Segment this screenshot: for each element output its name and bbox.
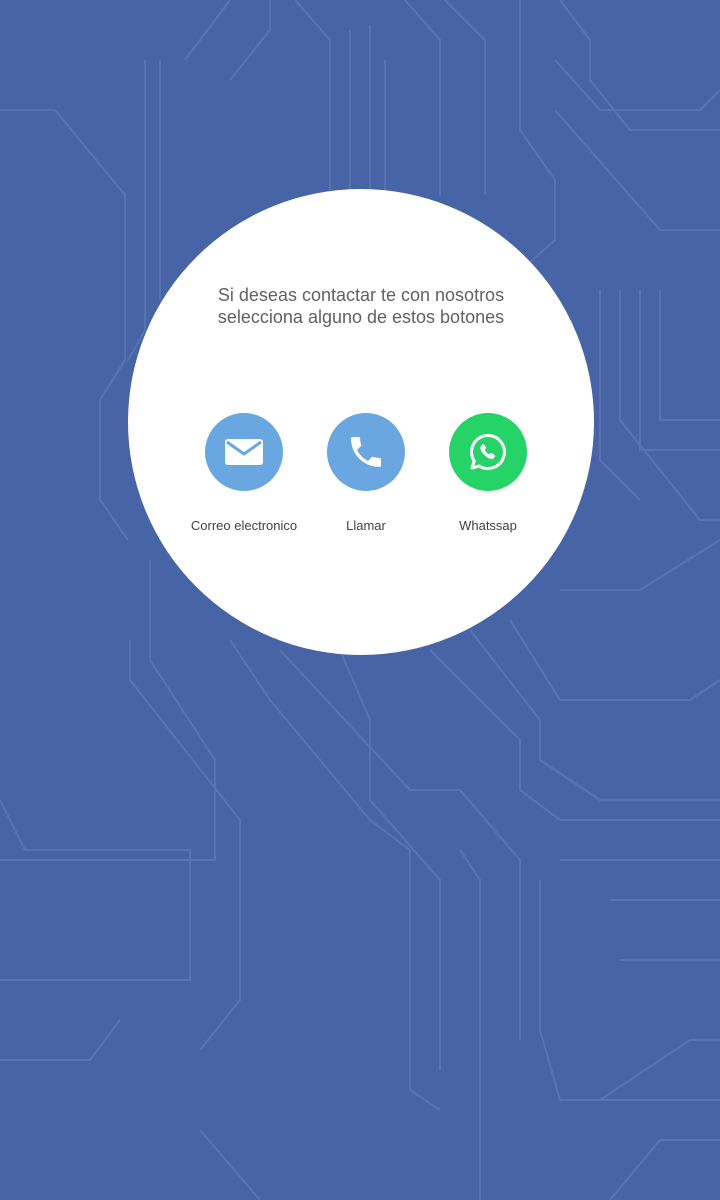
- phone-icon: [351, 437, 381, 467]
- whatsapp-icon: [470, 434, 506, 470]
- whatsapp-button-label: Whatssap: [459, 518, 517, 533]
- intro-line-2: selecciona alguno de estos botones: [217, 307, 505, 327]
- intro-text: Si deseas contactar te con nosotros sele…: [128, 284, 594, 328]
- contact-screen: Si deseas contactar te con nosotros sele…: [0, 0, 720, 1200]
- whatsapp-button-circle[interactable]: [449, 413, 527, 491]
- contact-actions: Correo electronico Llamar Whatssap: [128, 413, 594, 543]
- call-button-circle[interactable]: [327, 413, 405, 491]
- contact-card: Si deseas contactar te con nosotros sele…: [128, 189, 594, 655]
- intro-line-1: Si deseas contactar te con nosotros: [217, 285, 505, 305]
- email-button-circle[interactable]: [205, 413, 283, 491]
- envelope-icon: [225, 439, 263, 465]
- whatsapp-button[interactable]: Whatssap: [423, 413, 553, 543]
